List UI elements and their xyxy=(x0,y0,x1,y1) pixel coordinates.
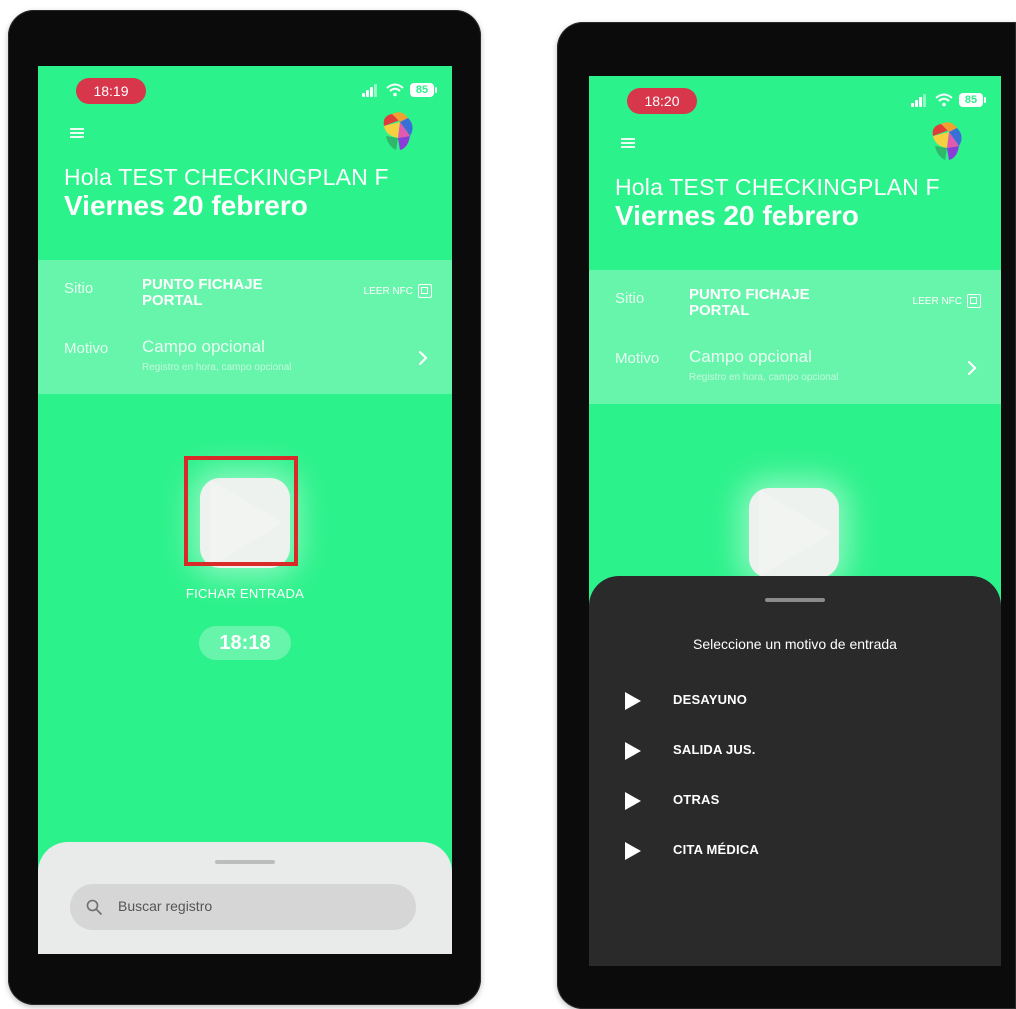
bottom-sheet: Buscar registro xyxy=(38,842,452,954)
status-time: 18:19 xyxy=(76,78,146,104)
wifi-icon xyxy=(935,93,953,107)
search-placeholder: Buscar registro xyxy=(118,898,213,914)
option-label: SALIDA JUS. xyxy=(673,742,756,757)
site-label: Sitio xyxy=(64,280,94,297)
battery-icon: 85 xyxy=(410,83,437,97)
play-icon xyxy=(759,491,829,575)
menu-icon[interactable] xyxy=(70,128,84,138)
play-icon xyxy=(625,742,641,760)
nfc-label: LEER NFC xyxy=(912,295,962,307)
chevron-right-icon[interactable] xyxy=(967,360,977,376)
info-panel: Sitio PUNTO FICHAJE PORTAL LEER NFC Moti… xyxy=(38,260,452,394)
signal-icon xyxy=(911,93,929,107)
play-icon xyxy=(625,792,641,810)
check-in-play-button[interactable] xyxy=(749,488,839,578)
play-icon xyxy=(625,842,641,860)
sheet-handle[interactable] xyxy=(765,598,825,602)
option-label: OTRAS xyxy=(673,792,720,807)
greeting-text: Hola TEST CHECKINGPLAN F xyxy=(64,164,389,190)
reason-hint: Registro en hora, campo opcional xyxy=(689,372,839,383)
site-value: PUNTO FICHAJE PORTAL xyxy=(142,276,263,309)
search-icon xyxy=(86,899,102,915)
reason-option-desayuno[interactable]: DESAYUNO xyxy=(625,690,925,712)
nfc-label: LEER NFC xyxy=(363,285,413,297)
play-icon xyxy=(625,692,641,710)
info-panel: Sitio PUNTO FICHAJE PORTAL LEER NFC Moti… xyxy=(589,270,1001,404)
reason-option-cita-medica[interactable]: CITA MÉDICA xyxy=(625,840,925,862)
read-nfc-button[interactable]: LEER NFC xyxy=(364,284,432,298)
reason-label: Motivo xyxy=(615,350,660,367)
status-bar: 18:20 85 xyxy=(589,86,1001,116)
site-value: PUNTO FICHAJE PORTAL xyxy=(689,286,810,319)
phone-frame-left: 18:19 85 Hola TEST CHECKINGPLAN F Vierne… xyxy=(8,10,481,1005)
reason-option-otras[interactable]: OTRAS xyxy=(625,790,925,812)
app-screen-left: 18:19 85 Hola TEST CHECKINGPLAN F Vierne… xyxy=(38,66,452,954)
menu-icon[interactable] xyxy=(621,138,635,148)
clock-display: 18:18 xyxy=(199,626,291,660)
sheet-title: Seleccione un motivo de entrada xyxy=(693,636,897,652)
status-time: 18:20 xyxy=(627,88,697,114)
app-screen-right: 18:20 85 Hola TEST CHECKINGPLAN F Vierne… xyxy=(589,76,1001,966)
greeting-text: Hola TEST CHECKINGPLAN F xyxy=(615,174,940,200)
signal-icon xyxy=(362,83,380,97)
option-label: CITA MÉDICA xyxy=(673,842,759,857)
highlight-box xyxy=(184,456,298,566)
battery-icon: 85 xyxy=(959,93,986,107)
status-bar: 18:19 85 xyxy=(38,76,452,106)
search-input[interactable]: Buscar registro xyxy=(70,884,416,930)
reason-option-salida-jus[interactable]: SALIDA JUS. xyxy=(625,740,925,762)
sheet-handle[interactable] xyxy=(215,860,275,864)
wifi-icon xyxy=(386,83,404,97)
check-in-label: FICHAR ENTRADA xyxy=(185,586,305,601)
nfc-icon xyxy=(418,284,432,298)
reason-label: Motivo xyxy=(64,340,109,357)
date-heading: Viernes 20 febrero xyxy=(615,200,859,231)
logo-icon xyxy=(383,112,413,150)
site-label: Sitio xyxy=(615,290,645,307)
phone-frame-right: 18:20 85 Hola TEST CHECKINGPLAN F Vierne… xyxy=(557,22,1016,1009)
reason-value[interactable]: Campo opcional xyxy=(142,337,265,357)
option-label: DESAYUNO xyxy=(673,692,748,707)
reason-hint: Registro en hora, campo opcional xyxy=(142,362,292,373)
date-heading: Viernes 20 febrero xyxy=(64,190,308,221)
chevron-right-icon[interactable] xyxy=(418,350,428,366)
reason-bottom-sheet: Seleccione un motivo de entrada DESAYUNO… xyxy=(589,576,1001,966)
logo-icon xyxy=(932,122,962,160)
nfc-icon xyxy=(967,294,981,308)
read-nfc-button[interactable]: LEER NFC xyxy=(913,294,981,308)
reason-value[interactable]: Campo opcional xyxy=(689,347,812,367)
